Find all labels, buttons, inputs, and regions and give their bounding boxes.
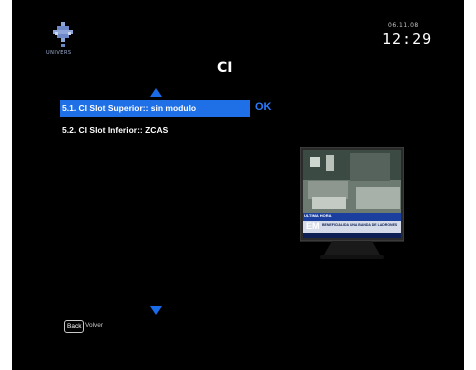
logo-text: UNIVERS — [46, 50, 72, 56]
back-label: Volver — [85, 322, 104, 329]
back-button[interactable]: Back — [64, 320, 85, 333]
time-display: 12:29 — [382, 30, 433, 48]
preview-channel-logo: EM — [306, 221, 320, 231]
scroll-down-arrow-icon[interactable] — [150, 306, 162, 315]
brand-logo-icon — [53, 22, 73, 47]
stb-screen: UNIVERS 06.11.08 12:29 CI 5.1. CI Slot S… — [12, 0, 464, 370]
page-title: CI — [217, 60, 233, 76]
tv-preview-icon — [300, 147, 404, 259]
ok-indicator[interactable]: OK — [255, 101, 272, 113]
menu-item-ci-slot-inferior[interactable]: 5.2. CI Slot Inferior:: ZCAS — [60, 122, 250, 139]
date-display: 06.11.08 — [388, 22, 419, 29]
preview-news-tag: ULTIMA HORA — [304, 213, 332, 218]
scroll-up-arrow-icon[interactable] — [150, 88, 162, 97]
preview-ticker-text: BENEFICIALIDA UNA BANDA DE LADRONES — [322, 223, 398, 227]
menu-item-ci-slot-superior[interactable]: 5.1. CI Slot Superior:: sin modulo — [60, 100, 250, 117]
